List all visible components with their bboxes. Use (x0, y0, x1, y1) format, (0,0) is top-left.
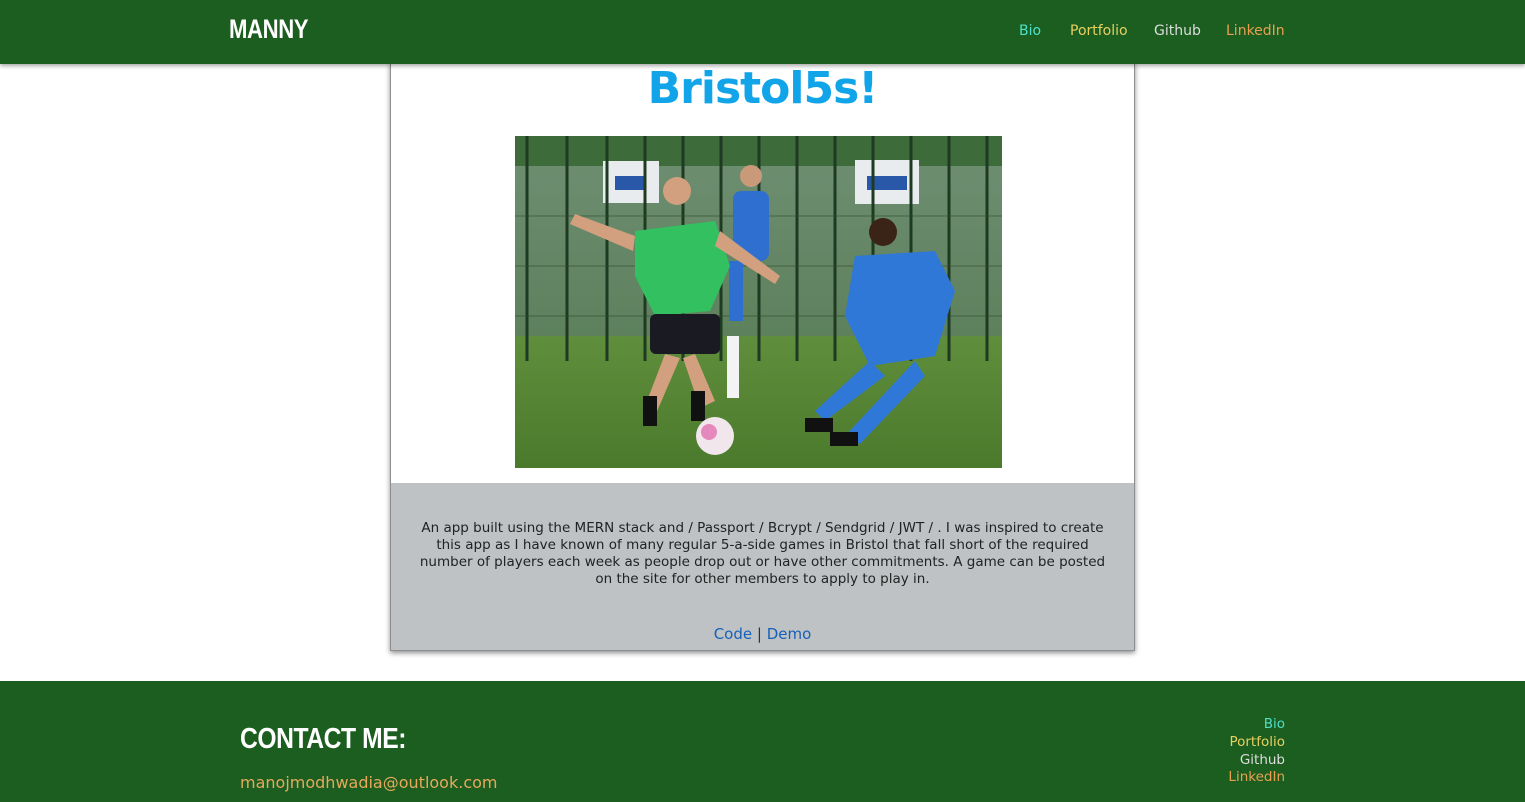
project-links: Code | Demo (391, 625, 1134, 643)
contact-email-link[interactable]: manojmodhwadia@outlook.com (240, 773, 497, 792)
footer-link-linkedin[interactable]: LinkedIn (1228, 769, 1285, 787)
project-description: An app built using the MERN stack and / … (419, 520, 1106, 587)
footer: CONTACT ME: manojmodhwadia@outlook.com B… (0, 681, 1525, 802)
project-image (515, 136, 1002, 468)
nav-link-github[interactable]: Github (1154, 23, 1201, 39)
footer-link-github[interactable]: Github (1228, 752, 1285, 770)
project-title: Bristol5s! (647, 63, 879, 114)
footer-link-portfolio[interactable]: Portfolio (1228, 734, 1285, 752)
link-separator: | (756, 625, 762, 643)
navbar: MANNY Bio Portfolio Github LinkedIn (0, 0, 1525, 64)
project-card: Bristol5s! An app built using the MERN s… (390, 62, 1135, 651)
contact-title: CONTACT ME: (240, 723, 407, 755)
nav-link-portfolio[interactable]: Portfolio (1070, 23, 1128, 39)
footer-links: Bio Portfolio Github LinkedIn (1228, 716, 1285, 787)
footer-link-bio[interactable]: Bio (1228, 716, 1285, 734)
demo-link[interactable]: Demo (767, 625, 812, 643)
nav-link-linkedin[interactable]: LinkedIn (1226, 23, 1285, 39)
brand-logo[interactable]: MANNY (229, 14, 309, 45)
code-link[interactable]: Code (714, 625, 752, 643)
project-info: An app built using the MERN stack and / … (391, 483, 1134, 650)
nav-link-bio[interactable]: Bio (1019, 23, 1041, 39)
